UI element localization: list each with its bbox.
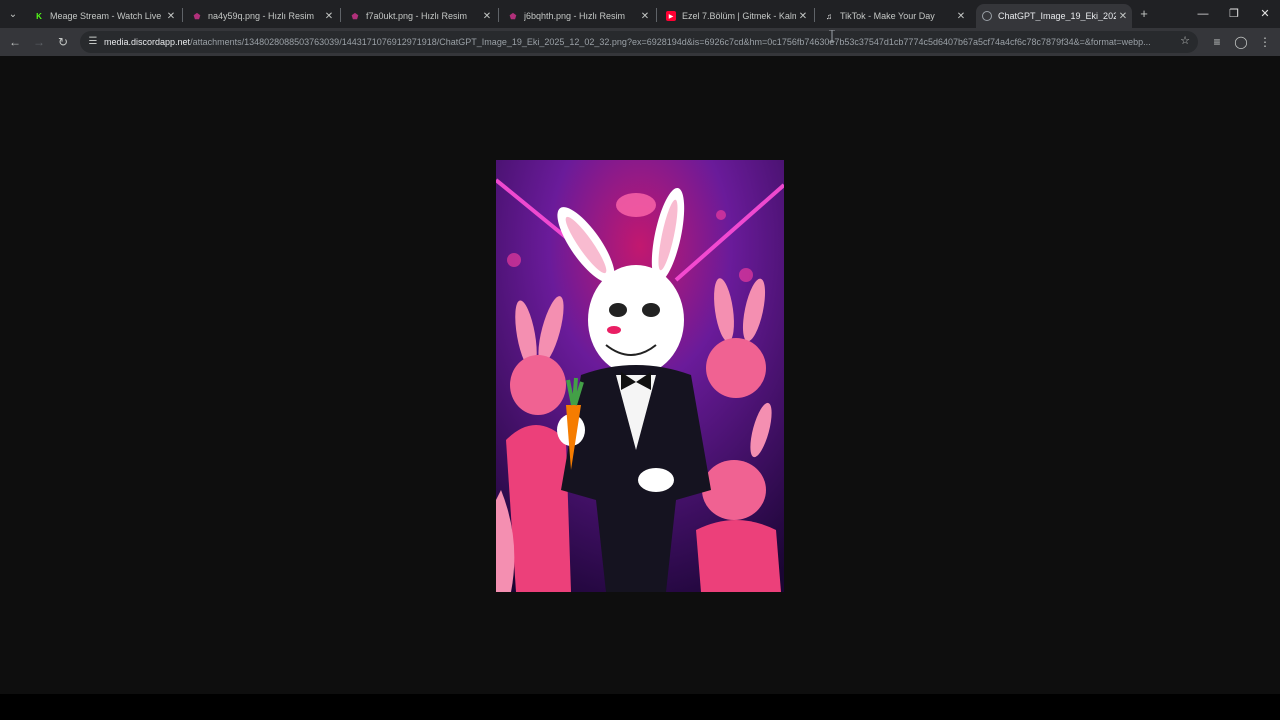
address-bar[interactable]: ☰ media.discordapp.net/attachments/13480… xyxy=(80,31,1198,53)
tab-title: j6bqhth.png - Hızlı Resim xyxy=(524,11,626,21)
back-button[interactable]: ← xyxy=(6,33,24,51)
url-host: media.discordapp.net xyxy=(104,37,191,47)
image-viewer xyxy=(0,56,1280,694)
hizli-resim-icon: ⬟ xyxy=(509,11,517,21)
close-tab-icon[interactable]: ✕ xyxy=(638,11,652,22)
tab-tiktok[interactable]: ♫ TikTok - Make Your Day ✕ xyxy=(818,4,970,28)
tab-image-2[interactable]: ⬟ f7a0ukt.png - Hızlı Resim ✕ xyxy=(344,4,496,28)
close-tab-icon[interactable]: ✕ xyxy=(164,11,178,22)
tab-title: TikTok - Make Your Day xyxy=(840,11,935,21)
bottom-strip xyxy=(0,694,1280,720)
hizli-resim-icon: ⬟ xyxy=(351,11,359,21)
forward-button[interactable]: → xyxy=(30,33,48,51)
media-controls-icon[interactable]: ≡ xyxy=(1208,33,1226,51)
tab-chatgpt-image[interactable]: ChatGPT_Image_19_Eki_2025_1 ✕ xyxy=(976,4,1132,28)
youtube-icon: ▶ xyxy=(666,11,676,21)
tiktok-icon: ♫ xyxy=(826,11,832,21)
menu-icon[interactable]: ⋮ xyxy=(1256,33,1274,51)
text-cursor-icon xyxy=(829,30,835,42)
close-tab-icon[interactable]: ✕ xyxy=(796,11,810,22)
tab-title: f7a0ukt.png - Hızlı Resim xyxy=(366,11,468,21)
hizli-resim-icon: ⬟ xyxy=(193,11,201,21)
tab-title: na4y59q.png - Hızlı Resim xyxy=(208,11,315,21)
close-window-button[interactable]: ✕ xyxy=(1255,4,1275,24)
restore-button[interactable]: ❐ xyxy=(1224,4,1244,24)
tab-title: Meage Stream - Watch Live on xyxy=(50,11,164,21)
close-tab-icon[interactable]: ✕ xyxy=(1116,11,1130,22)
minimize-button[interactable]: — xyxy=(1193,4,1213,24)
tab-image-3[interactable]: ⬟ j6bqhth.png - Hızlı Resim ✕ xyxy=(502,4,654,28)
browser-tab-strip: ⌄ K Meage Stream - Watch Live on ✕ ⬟ na4… xyxy=(0,0,1280,28)
displayed-image[interactable] xyxy=(496,160,784,592)
reload-button[interactable]: ↻ xyxy=(54,33,72,51)
url-path: /attachments/1348028088503763039/1443171… xyxy=(190,37,1151,47)
close-tab-icon[interactable]: ✕ xyxy=(480,11,494,22)
profile-icon[interactable]: ◯ xyxy=(1232,33,1250,51)
url-text[interactable]: media.discordapp.net/attachments/1348028… xyxy=(104,35,1170,49)
tab-kick-stream[interactable]: K Meage Stream - Watch Live on ✕ xyxy=(28,4,180,28)
tab-image-1[interactable]: ⬟ na4y59q.png - Hızlı Resim ✕ xyxy=(186,4,338,28)
bookmark-star-icon[interactable]: ☆ xyxy=(1180,34,1190,47)
tab-title: Ezel 7.Bölüm | Gitmek - Kalmak xyxy=(682,11,796,21)
globe-icon xyxy=(982,11,992,21)
browser-toolbar: ← → ↻ ☰ media.discordapp.net/attachments… xyxy=(0,28,1280,56)
site-info-icon[interactable]: ☰ xyxy=(86,34,100,50)
tab-youtube-ezel[interactable]: ▶ Ezel 7.Bölüm | Gitmek - Kalmak ✕ xyxy=(660,4,812,28)
new-tab-button[interactable]: + xyxy=(1136,6,1152,22)
close-tab-icon[interactable]: ✕ xyxy=(954,11,968,22)
tab-title: ChatGPT_Image_19_Eki_2025_1 xyxy=(998,11,1116,21)
kick-icon: K xyxy=(36,11,42,21)
close-tab-icon[interactable]: ✕ xyxy=(322,11,336,22)
tab-search-icon[interactable]: ⌄ xyxy=(4,5,22,23)
